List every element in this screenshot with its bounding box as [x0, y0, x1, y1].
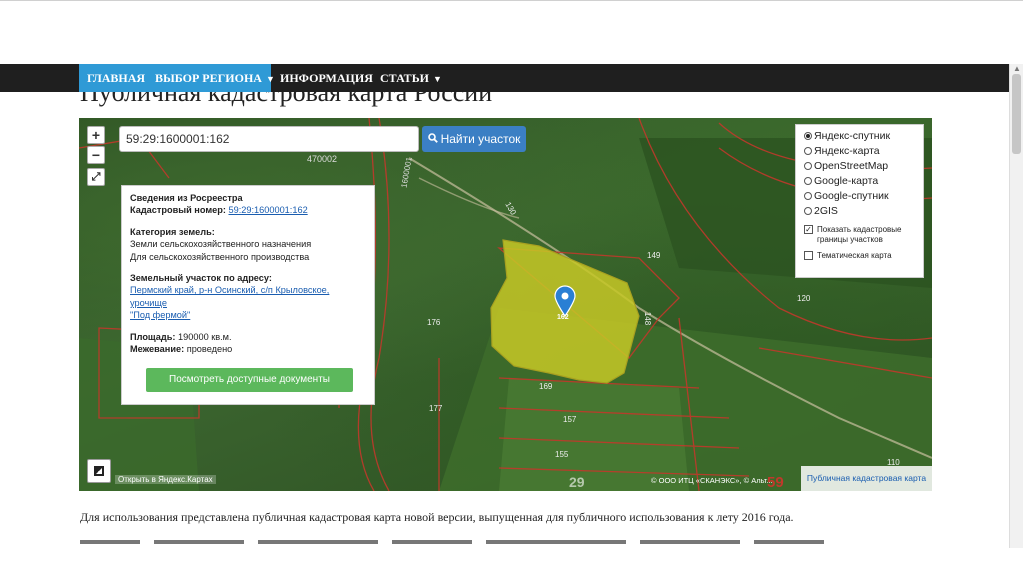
nav-articles-label: СТАТЬИ: [380, 71, 429, 85]
radio-icon[interactable]: [804, 147, 812, 155]
description-paragraph: Для использования представлена публичная…: [80, 510, 794, 524]
address-link-line2[interactable]: "Под фермой": [130, 309, 366, 321]
map-type-toggle-button[interactable]: [87, 459, 111, 483]
category-value: Земли сельскохозяйственного назначения: [130, 239, 312, 250]
survey-label: Межевание:: [130, 344, 185, 355]
layer-label: OpenStreetMap: [814, 160, 889, 172]
find-parcel-label: Найти участок: [440, 132, 521, 146]
address-label: Земельный участок по адресу:: [130, 273, 272, 284]
nav-info-label: ИНФОРМАЦИЯ: [280, 71, 373, 85]
radio-icon[interactable]: [804, 207, 812, 215]
main-navbar: ГЛАВНАЯ ВЫБОР РЕГИОНА ▼ ИНФОРМАЦИЯ СТАТЬИ…: [0, 64, 1010, 92]
browser-top-area: [0, 0, 1023, 65]
fullscreen-button[interactable]: ⤢: [87, 168, 105, 186]
category-label: Категория земель:: [130, 226, 215, 237]
browser-bottom-area: [0, 548, 1023, 577]
usage-value: Для сельскохозяйственного производства: [130, 251, 310, 262]
radio-icon[interactable]: [804, 132, 812, 140]
boundaries-checkbox[interactable]: ✓: [804, 225, 813, 234]
radio-icon[interactable]: [804, 192, 812, 200]
layer-label: Google-спутник: [814, 190, 889, 202]
search-icon: [427, 126, 438, 152]
thematic-label: Тематическая карта: [817, 251, 892, 260]
zoom-in-button[interactable]: +: [87, 126, 105, 144]
parcel-label: 169: [539, 382, 553, 391]
layer-option-osm[interactable]: OpenStreetMap: [804, 159, 923, 174]
show-boundaries-option[interactable]: ✓ Показать кадастровые границы участков: [804, 225, 923, 245]
parcel-label: 148: [643, 311, 653, 326]
map-attribution: © ООО ИТЦ «СКАНЭКС», © Альт...: [651, 476, 773, 485]
nav-home-label: ГЛАВНАЯ: [87, 71, 146, 85]
next-paragraph-partial: [80, 538, 870, 546]
layer-label: Яндекс-спутник: [814, 130, 891, 142]
radio-icon[interactable]: [804, 162, 812, 170]
address-link[interactable]: Пермский край, р-н Осинский, с/п Крыловс…: [130, 284, 366, 309]
survey-value: проведено: [186, 344, 233, 355]
parcel-label: 155: [555, 450, 569, 459]
parcel-label: 177: [429, 404, 443, 413]
nav-articles[interactable]: СТАТЬИ ▼: [372, 64, 442, 92]
nav-region-select[interactable]: ВЫБОР РЕГИОНА ▼: [147, 64, 275, 92]
area-value: 190000 кв.м.: [178, 331, 232, 342]
parcel-label: 157: [563, 415, 577, 424]
layer-label: 2GIS: [814, 205, 838, 217]
page-scrollbar[interactable]: ▲ ▼: [1009, 64, 1023, 564]
find-parcel-button[interactable]: Найти участок: [422, 126, 526, 152]
info-title: Сведения из Росреестра: [130, 193, 243, 203]
area-label: Площадь:: [130, 331, 176, 342]
layer-option-yandex-satellite[interactable]: Яндекс-спутник: [804, 129, 923, 144]
open-in-yandex-link[interactable]: Открыть в Яндекс.Картах: [115, 475, 216, 484]
layer-label: Google-карта: [814, 175, 879, 187]
cadastral-search-input[interactable]: [119, 126, 419, 152]
view-documents-button[interactable]: Посмотреть доступные документы: [146, 368, 353, 392]
scroll-up-icon[interactable]: ▲: [1013, 64, 1021, 73]
parcel-info-panel: Сведения из Росреестра Кадастровый номер…: [121, 185, 375, 405]
layer-option-google-satellite[interactable]: Google-спутник: [804, 189, 923, 204]
parcel-label: 120: [797, 294, 811, 303]
layer-option-yandex-map[interactable]: Яндекс-карта: [804, 144, 923, 159]
parcel-label: 176: [427, 318, 441, 327]
nav-home[interactable]: ГЛАВНАЯ: [79, 64, 147, 92]
map-quarter-label: 470002: [307, 154, 338, 164]
chevron-down-icon: ▼: [432, 74, 442, 84]
layer-label: Яндекс-карта: [814, 145, 880, 157]
layer-option-google-map[interactable]: Google-карта: [804, 174, 923, 189]
show-boundaries-label: Показать кадастровые границы участков: [817, 225, 902, 244]
thematic-map-option[interactable]: Тематическая карта: [804, 251, 923, 261]
layer-switcher: Яндекс-спутник Яндекс-карта OpenStreetMa…: [795, 124, 924, 278]
parcel-label-selected: 162: [557, 314, 569, 321]
cadastral-number-link[interactable]: 59:29:1600001:162: [228, 205, 307, 215]
zoom-out-button[interactable]: −: [87, 146, 105, 164]
map-district-label: 29: [569, 474, 585, 490]
nav-region-label: ВЫБОР РЕГИОНА: [155, 71, 262, 85]
thematic-checkbox[interactable]: [804, 251, 813, 260]
nav-info[interactable]: ИНФОРМАЦИЯ: [272, 64, 373, 92]
layer-option-2gis[interactable]: 2GIS: [804, 204, 923, 219]
radio-icon[interactable]: [804, 177, 812, 185]
scrollbar-thumb[interactable]: [1012, 74, 1021, 154]
cadastral-map[interactable]: 59 29 470002 1600001 149 120 176 169 177…: [79, 118, 932, 491]
parcel-label: 149: [647, 251, 661, 260]
cadastral-label: Кадастровый номер:: [130, 205, 226, 216]
public-cadastral-map-link[interactable]: Публичная кадастровая карта: [801, 466, 932, 491]
